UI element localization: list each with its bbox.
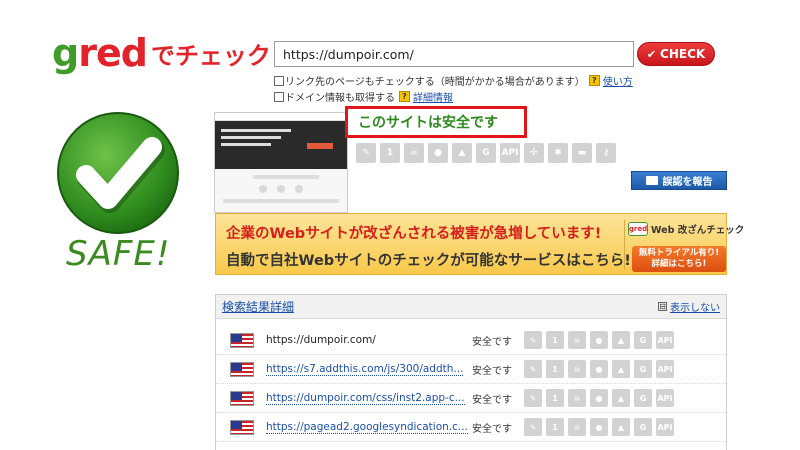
banner-service: gred Web 改ざんチェック [628, 222, 744, 236]
result-icons: ✎ 1 ☠ ● ▲ G API [524, 360, 674, 378]
document-icon: 1 [380, 143, 400, 163]
table-row: https://s7.addthis.com/js/300/addth... 安… [216, 355, 726, 384]
logo-suffix: でチェック [150, 42, 271, 70]
link-check-label: リンク先のページもチェックする（時間がかかる場合があります） [285, 77, 585, 88]
feather-icon: ✎ [524, 331, 542, 349]
report-false-positive-button[interactable]: 誤認を報告 [631, 171, 727, 190]
domain-info-option: ドメイン情報も取得する ? 詳細情報 [274, 89, 453, 104]
results-title[interactable]: 検索結果詳細 [222, 298, 294, 315]
api-icon: API [656, 331, 674, 349]
flame-icon: ▲ [612, 360, 630, 378]
document-icon: 1 [546, 331, 564, 349]
result-url[interactable]: https://dumpoir.com/css/inst2.app-c... [266, 392, 465, 405]
g-icon: G [634, 389, 652, 407]
drop-icon: ● [428, 143, 448, 163]
skull-icon: ☠ [568, 331, 586, 349]
free-trial-button[interactable]: 無料トライアル有り! 詳細はこちら! [632, 246, 726, 272]
domain-info-label: ドメイン情報も取得する [285, 93, 395, 104]
details-link[interactable]: 詳細情報 [413, 89, 453, 104]
feather-icon: ✎ [524, 389, 542, 407]
safe-label: SAFE! [66, 234, 171, 274]
result-status: 安全です [472, 365, 512, 377]
usage-link[interactable]: 使い方 [603, 73, 633, 88]
flame-icon: ▲ [452, 143, 472, 163]
check-icons: ✎ 1 ☠ ● ▲ G API ✣ ✱ ▬ ⚷ [356, 143, 616, 163]
url-input[interactable] [274, 41, 634, 67]
drop-icon: ● [590, 360, 608, 378]
hide-link[interactable]: 表示しない [670, 299, 720, 314]
banner-divider [624, 220, 625, 270]
api-icon: API [656, 418, 674, 436]
drop-icon: ● [590, 418, 608, 436]
flame-icon: ▲ [612, 331, 630, 349]
us-flag-icon [230, 419, 254, 435]
table-row: https://pagead2.googlesyndication.c... 安… [216, 413, 726, 442]
skull-icon: ☠ [404, 143, 424, 163]
table-row: https://dumpoir.com/ 安全です ✎ 1 ☠ ● ▲ G AP… [216, 326, 726, 355]
feather-icon: ✎ [356, 143, 376, 163]
us-flag-icon [230, 332, 254, 348]
feather-icon: ✎ [524, 360, 542, 378]
link-check-checkbox[interactable] [274, 75, 284, 86]
collapse-icon: ⊟ [658, 302, 667, 311]
skull-icon: ☠ [568, 418, 586, 436]
results-panel: 検索結果詳細 ⊟ 表示しない https://dumpoir.com/ 安全です… [215, 294, 727, 450]
document-icon: 1 [546, 418, 564, 436]
help-icon: ? [399, 91, 410, 102]
results-header: 検索結果詳細 ⊟ 表示しない [216, 295, 726, 319]
check-button-label: CHECK [660, 47, 706, 61]
result-icons: ✎ 1 ☠ ● ▲ G API [524, 331, 674, 349]
result-icons: ✎ 1 ☠ ● ▲ G API [524, 418, 674, 436]
report-button-label: 誤認を報告 [662, 177, 713, 188]
site-thumbnail [214, 112, 348, 213]
domain-info-checkbox[interactable] [274, 91, 284, 102]
verdict-message: このサイトは安全です [345, 106, 527, 138]
result-url[interactable]: https://s7.addthis.com/js/300/addth... [266, 363, 464, 376]
gred-mini-logo-icon: gred [628, 222, 648, 236]
help-icon: ? [588, 75, 600, 86]
banner-line1: 企業のWebサイトが改ざんされる被害が急増しています! [226, 226, 602, 242]
g-icon: G [634, 418, 652, 436]
banner-line2: 自動で自社Webサイトのチェックが可能なサービスはこちら! [226, 253, 631, 269]
us-flag-icon [230, 361, 254, 377]
result-icons: ✎ 1 ☠ ● ▲ G API [524, 389, 674, 407]
g-icon: G [634, 331, 652, 349]
result-url: https://dumpoir.com/ [266, 334, 376, 346]
banner-service-label: Web 改ざんチェック [651, 225, 745, 236]
network-icon: ✣ [524, 143, 544, 163]
promo-banner[interactable]: 企業のWebサイトが改ざんされる被害が急増しています! 自動で自社Webサイトの… [215, 213, 744, 275]
check-button[interactable]: ✔ CHECK [637, 42, 715, 66]
logo-wordmark: gred [52, 31, 148, 75]
flame-icon: ▲ [612, 418, 630, 436]
us-flag-icon [230, 390, 254, 406]
skull-icon: ☠ [568, 389, 586, 407]
api-icon: API [656, 389, 674, 407]
safe-check-icon [57, 112, 179, 234]
document-icon: 1 [546, 389, 564, 407]
tag-icon: ▬ [572, 143, 592, 163]
drop-icon: ● [590, 331, 608, 349]
drop-icon: ● [590, 389, 608, 407]
check-mark-icon: ✔ [646, 47, 657, 61]
result-status: 安全です [472, 336, 512, 348]
feather-icon: ✎ [524, 418, 542, 436]
table-row: https://dumpoir.com/css/inst2.app-c... 安… [216, 384, 726, 413]
g-icon: G [476, 143, 496, 163]
g-icon: G [634, 360, 652, 378]
result-url[interactable]: https://pagead2.googlesyndication.c... [266, 421, 468, 434]
message-icon [645, 176, 658, 185]
api-icon: API [500, 143, 520, 163]
gred-logo[interactable]: gred でチェック [52, 34, 271, 72]
key-icon: ⚷ [596, 143, 616, 163]
api-icon: API [656, 360, 674, 378]
link-check-option: リンク先のページもチェックする（時間がかかる場合があります） ? 使い方 [274, 73, 633, 88]
flame-icon: ▲ [612, 389, 630, 407]
hide-toggle[interactable]: ⊟ 表示しない [658, 299, 720, 314]
skull-icon: ☠ [568, 360, 586, 378]
result-status: 安全です [472, 423, 512, 435]
document-icon: 1 [546, 360, 564, 378]
result-status: 安全です [472, 394, 512, 406]
bug-icon: ✱ [548, 143, 568, 163]
